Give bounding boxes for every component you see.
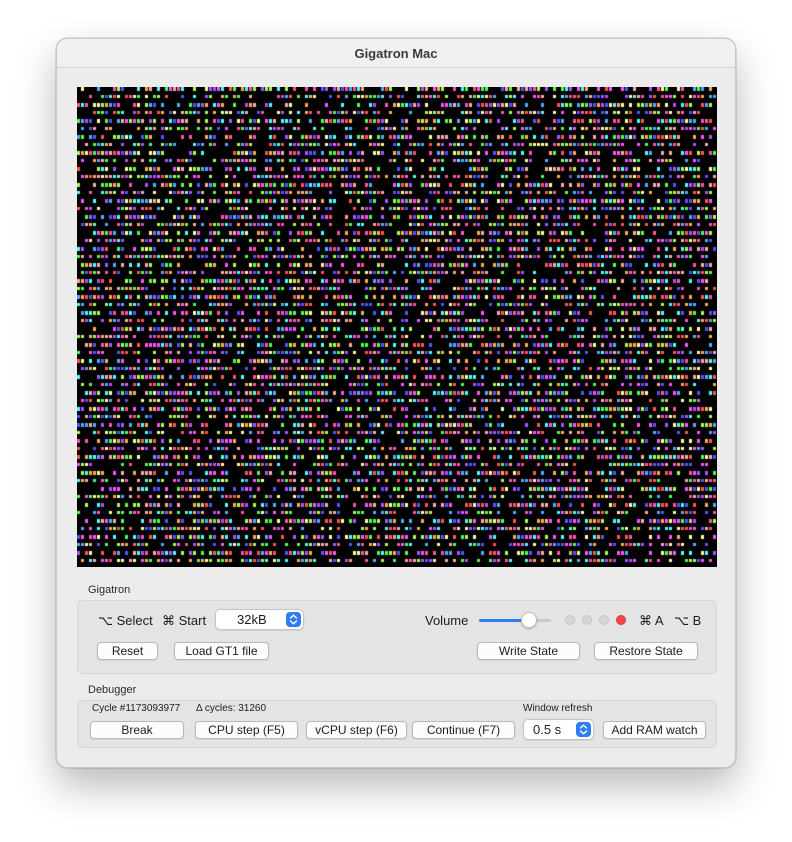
chevron-updown-icon [286,612,301,627]
add-ram-watch-button[interactable]: Add RAM watch [603,721,706,739]
delta-cycles: Δ cycles: 31260 [196,703,267,714]
gigatron-group: ⌥ Select ⌘ Start 32kB Volume ⌘ A ⌥ B Res… [77,600,717,674]
emulator-screen[interactable] [77,87,717,567]
volume-label: Volume [425,613,469,628]
vcpu-step-button[interactable]: vCPU step (F6) [306,721,407,739]
memory-size-popup[interactable]: 32kB [215,609,304,630]
a-key-label: ⌘ A [639,613,664,628]
b-key-label: ⌥ B [674,613,702,628]
app-window: Gigatron Mac Gigatron ⌥ Select ⌘ Start 3… [56,38,736,768]
status-led-2 [582,615,592,625]
debugger-section-label: Debugger [88,684,137,696]
break-button[interactable]: Break [90,721,184,739]
load-gt1-button[interactable]: Load GT1 file [174,642,269,660]
memory-size-value: 32kB [237,612,267,627]
write-state-button[interactable]: Write State [477,642,580,660]
gigatron-section-label: Gigatron [88,584,131,596]
volume-slider[interactable] [479,612,551,628]
continue-button[interactable]: Continue (F7) [412,721,515,739]
chevron-updown-icon [576,722,591,737]
status-led-1 [565,615,575,625]
title-bar[interactable]: Gigatron Mac [57,39,735,68]
status-led-3 [599,615,609,625]
volume-slider-knob[interactable] [521,612,538,628]
debugger-group: Cycle #1173093977 Δ cycles: 31260 Window… [77,700,717,748]
window-title: Gigatron Mac [354,45,438,61]
restore-state-button[interactable]: Restore State [594,642,698,660]
cycle-counter: Cycle #1173093977 [92,703,181,714]
reset-button[interactable]: Reset [97,642,158,660]
window-refresh-label: Window refresh [523,703,593,714]
select-key-label: ⌥ Select [98,613,153,628]
window-refresh-value: 0.5 s [533,722,562,737]
window-refresh-popup[interactable]: 0.5 s [523,719,594,740]
start-key-label: ⌘ Start [162,613,207,628]
status-led-4 [616,615,626,625]
cpu-step-button[interactable]: CPU step (F5) [195,721,298,739]
